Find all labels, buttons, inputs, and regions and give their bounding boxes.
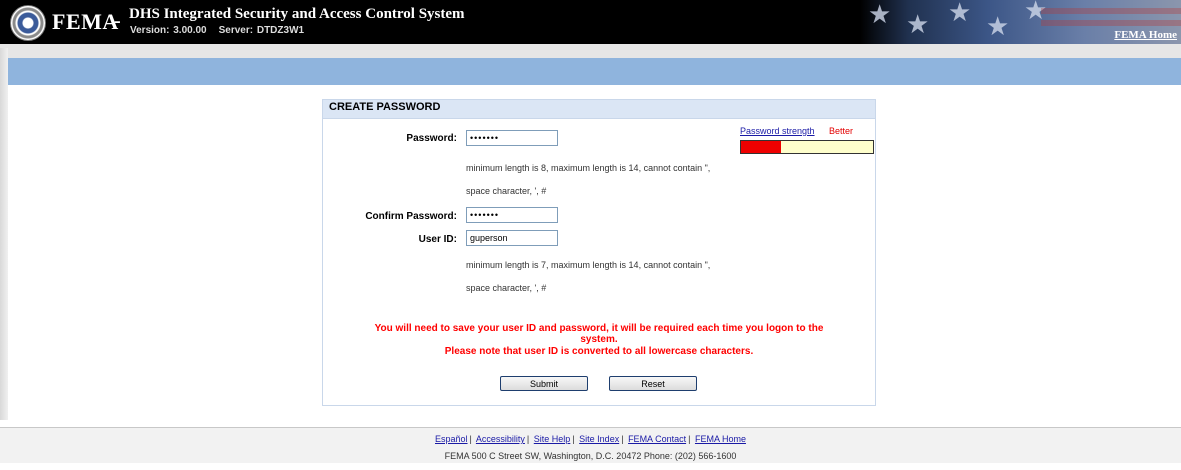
star-icon: ★ [906,10,930,40]
confirm-password-label: Confirm Password: [365,211,457,222]
star-icon: ★ [986,12,1010,42]
fema-home-header-link[interactable]: FEMA Home [1114,29,1177,41]
page: FEMA - DHS Integrated Security and Acces… [0,0,1181,470]
footer-link-fema-contact[interactable]: FEMA Contact [628,434,686,444]
header-bar: FEMA - DHS Integrated Security and Acces… [0,0,1181,44]
user-id-label: User ID: [418,234,457,245]
footer-link-espanol[interactable]: Español [435,434,468,444]
footer-links: Español | Accessibility | Site Help | Site … [0,434,1181,444]
footer-link-site-help[interactable]: Site Help [534,434,571,444]
password-field[interactable] [466,130,558,146]
flag-stripe [1041,8,1181,14]
nav-band [8,58,1181,85]
star-icon: ★ [868,0,892,30]
panel-title: CREATE PASSWORD [323,100,875,119]
footer-separator: | [572,434,575,444]
password-hint-line-1: minimum length is 8, maximum length is 1… [466,163,711,173]
password-strength-fill [741,141,781,153]
password-strength-meter [740,140,874,154]
lowercase-notice: Please note that user ID is converted to… [444,346,754,357]
save-credentials-notice: You will need to save your user ID and p… [374,323,824,334]
footer-link-accessibility[interactable]: Accessibility [476,434,525,444]
user-id-hint-line-2: space character, ', # [466,283,547,293]
flag-stripe [1041,20,1181,26]
password-strength-link[interactable]: Password strength [740,126,815,136]
password-strength-rating: Better [829,126,854,136]
create-password-panel: CREATE PASSWORD Password: Password stren… [322,99,876,406]
submit-button[interactable]: Submit [500,376,588,391]
version-text: Version: 3.00.00 [130,25,207,36]
user-id-hint-line-1: minimum length is 7, maximum length is 1… [466,260,711,270]
server-text: Server: DTDZ3W1 [218,25,305,36]
footer-address: FEMA 500 C Street SW, Washington, D.C. 2… [444,451,737,461]
user-id-field[interactable] [466,230,558,246]
footer-link-site-index[interactable]: Site Index [579,434,619,444]
footer: Español | Accessibility | Site Help | Site … [0,427,1181,463]
save-credentials-notice-cont: system. [580,334,618,345]
reset-button[interactable]: Reset [609,376,697,391]
dhs-seal-icon [10,5,46,41]
system-title: DHS Integrated Security and Access Contr… [129,6,465,22]
footer-separator: | [621,434,624,444]
footer-separator: | [469,434,472,444]
star-icon: ★ [948,0,972,28]
page-left-border [0,48,8,420]
password-label: Password: [406,133,457,144]
password-hint-line-2: space character, ', # [466,186,547,196]
version-info: Version: 3.00.00 Server: DTDZ3W1 [130,25,304,36]
confirm-password-field[interactable] [466,207,558,223]
footer-separator: | [688,434,691,444]
header-divider [0,44,1181,58]
footer-separator: | [526,434,530,444]
footer-link-fema-home[interactable]: FEMA Home [695,434,746,444]
brand-separator: - [114,10,121,32]
brand-name: FEMA [52,9,119,34]
